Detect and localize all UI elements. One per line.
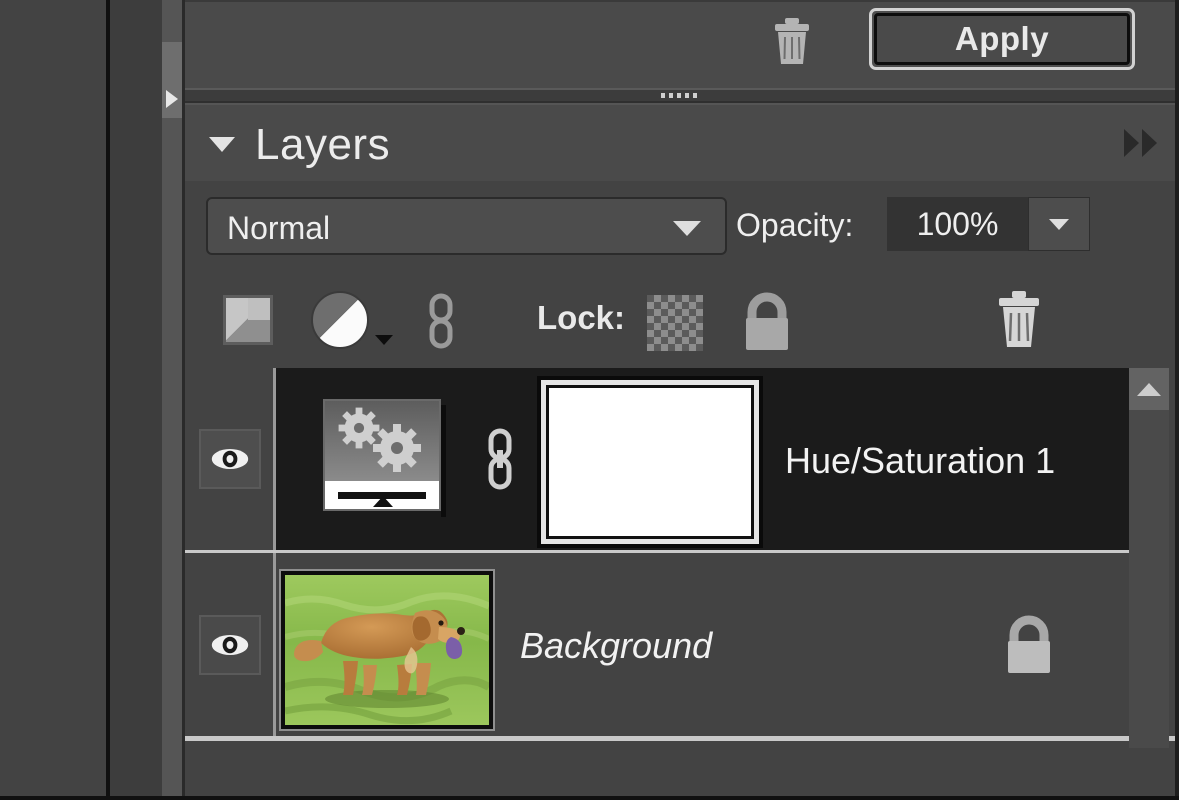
lock-toolbar-row: Lock: — [185, 273, 1175, 368]
layers-list: Hue/Saturation 1 Background — [185, 368, 1175, 748]
rail-segment-top — [162, 0, 182, 42]
scroll-up-arrow-icon[interactable] — [1129, 368, 1169, 410]
eye-icon[interactable] — [199, 429, 261, 489]
chain-link-icon[interactable] — [425, 293, 457, 349]
visibility-column — [185, 553, 273, 736]
double-chevron-right-icon[interactable] — [1124, 129, 1157, 157]
layers-panel-header[interactable]: Layers — [185, 103, 1175, 181]
vertical-scrollbar[interactable] — [1129, 368, 1169, 748]
opacity-stepper[interactable] — [1028, 197, 1090, 251]
page-title: Layers — [255, 120, 391, 169]
table-row[interactable]: Background — [185, 550, 1135, 736]
lock-label: Lock: — [537, 299, 626, 336]
adjustment-toolbar: Apply — [185, 0, 1175, 88]
chevron-down-icon — [1049, 218, 1069, 230]
padlock-icon — [999, 613, 1059, 675]
layer-mask-thumbnail-white[interactable] — [537, 376, 763, 548]
triangle-down-icon[interactable] — [209, 137, 235, 152]
scrollbar-track[interactable] — [1129, 410, 1169, 748]
layers-list-bottom-separator — [185, 736, 1175, 741]
opacity-value: 100% — [916, 205, 999, 242]
triangle-right-icon[interactable] — [166, 90, 178, 108]
chain-link-icon[interactable] — [485, 428, 515, 490]
thumbnail-shadow — [441, 405, 446, 517]
canvas-gutter-inner — [110, 0, 162, 800]
visibility-column — [185, 368, 273, 550]
triangle-down-icon[interactable] — [375, 335, 393, 345]
rail-segment-bottom — [162, 118, 182, 800]
blend-opacity-row: Normal Opacity: 100% — [185, 181, 1175, 273]
layer-name: Hue/Saturation 1 — [785, 440, 1056, 481]
trash-icon[interactable] — [770, 18, 814, 66]
opacity-input[interactable]: 100% — [887, 197, 1028, 251]
canvas-gutter-left — [0, 0, 106, 800]
row-divider — [273, 553, 276, 736]
trash-icon[interactable] — [995, 291, 1043, 349]
mask-inner — [546, 385, 754, 539]
photo-thumbnail-dog-on-grass[interactable] — [279, 569, 495, 731]
table-row[interactable]: Hue/Saturation 1 — [185, 368, 1135, 550]
gears-icon — [325, 401, 439, 483]
blend-mode-select[interactable]: Normal — [206, 197, 727, 255]
eye-icon[interactable] — [199, 614, 261, 675]
adjustment-layer-icon[interactable] — [311, 291, 369, 349]
panel-right-edge — [1175, 0, 1179, 800]
new-layer-icon[interactable] — [223, 295, 273, 345]
checkerboard-icon[interactable] — [647, 295, 703, 351]
padlock-icon[interactable] — [737, 290, 797, 352]
blend-mode-value: Normal — [227, 210, 331, 246]
panel-grip-icon[interactable] — [661, 93, 701, 98]
row-divider — [273, 368, 276, 550]
layer-name: Background — [520, 625, 713, 666]
apply-button-label: Apply — [954, 20, 1050, 57]
chevron-down-icon — [673, 221, 701, 236]
window-bottom-edge — [0, 796, 1179, 800]
photoshop-layers-panel-screenshot: Apply Layers Normal Opacity: 100% Lock: … — [0, 0, 1179, 800]
layers-panel: Apply Layers Normal Opacity: 100% Lock: … — [185, 0, 1179, 800]
apply-button[interactable]: Apply — [869, 8, 1135, 70]
toolbar-top-line — [185, 0, 1175, 2]
opacity-label: Opacity: — [736, 207, 854, 243]
adjustment-gears-thumbnail[interactable] — [323, 399, 441, 511]
